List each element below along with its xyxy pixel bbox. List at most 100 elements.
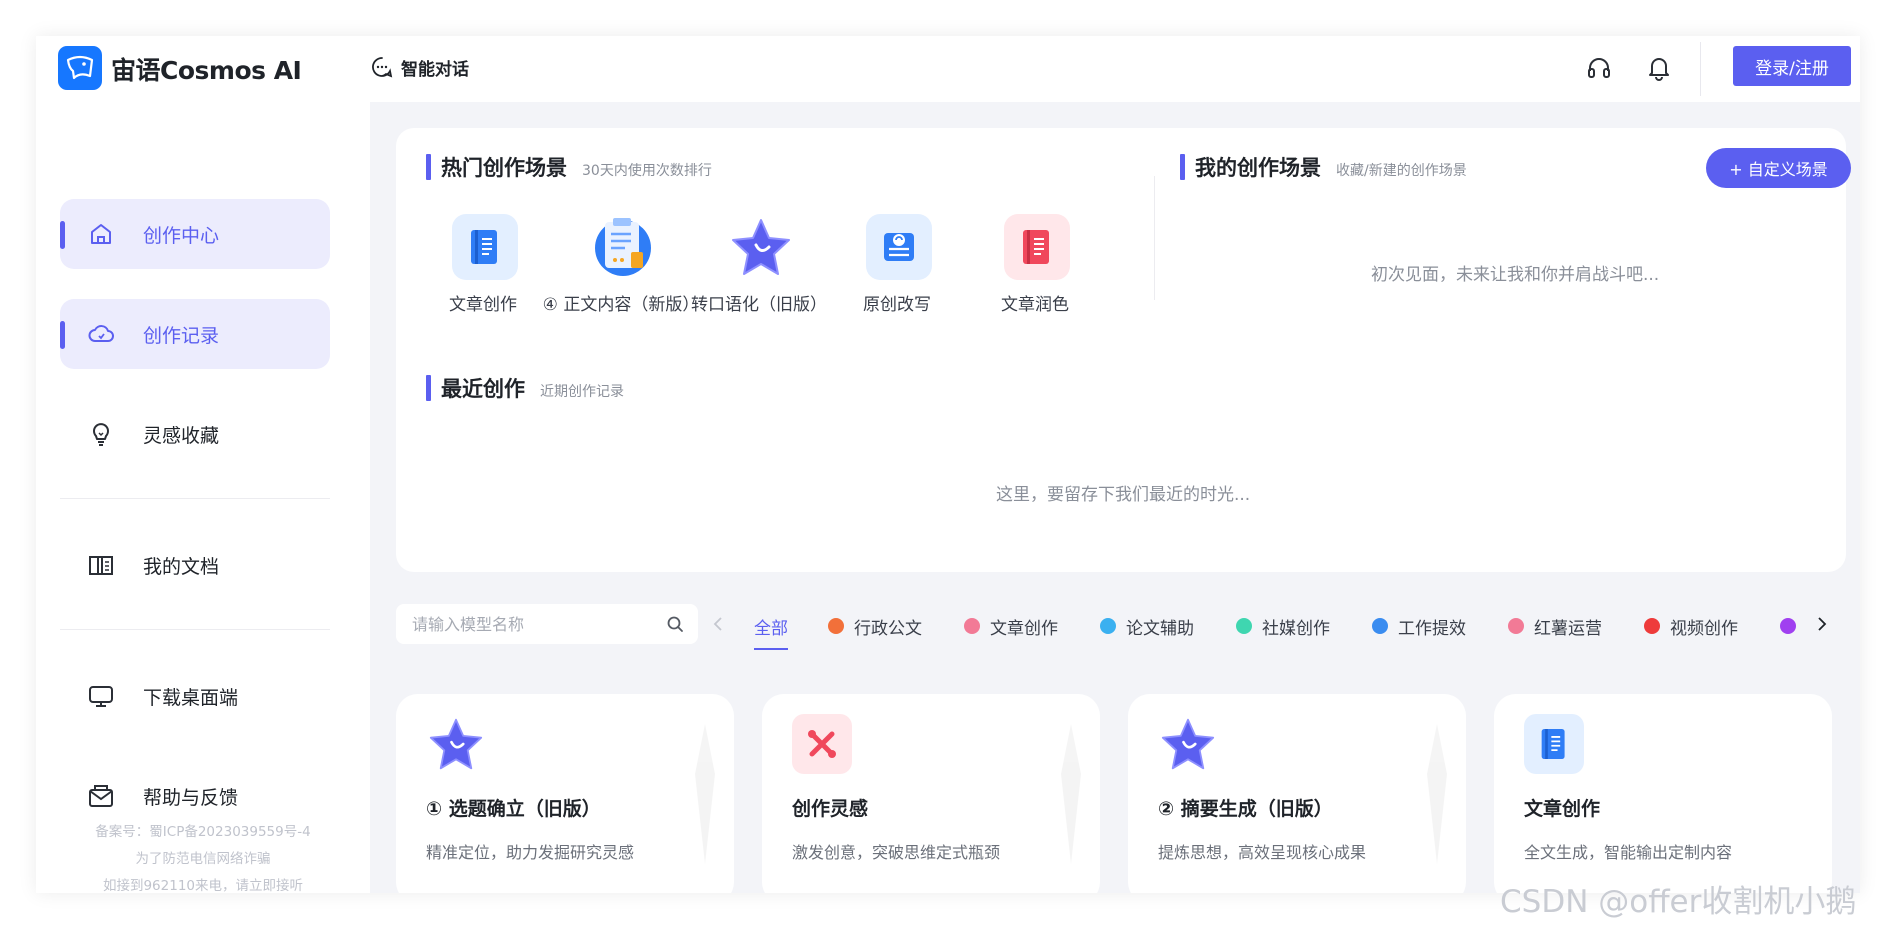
panel-vertical-divider	[1154, 176, 1155, 300]
hot-scene-colloquial[interactable]: 转口语化（旧版）	[691, 214, 827, 324]
login-register-button[interactable]: 登录/注册	[1733, 46, 1851, 86]
sidebar-item-creation-records[interactable]: 创作记录	[60, 299, 330, 369]
sidebar-divider	[60, 629, 330, 630]
category-dot	[828, 618, 844, 634]
watermark-star-icon	[1427, 724, 1447, 864]
envelope-icon	[87, 782, 115, 810]
brand-logo-icon[interactable]	[58, 46, 102, 90]
tab-label: 行政公文	[854, 618, 922, 639]
recent-header: 最近创作 近期创作记录	[426, 373, 624, 403]
tab-all[interactable]: 全部	[754, 608, 788, 650]
model-card[interactable]: ② 摘要生成（旧版） 提炼思想，高效呈现核心成果	[1128, 694, 1466, 893]
tab-video-creation[interactable]: 视频创作	[1644, 608, 1738, 644]
tab-label: 视频创作	[1670, 618, 1738, 639]
sidebar: 创作中心 创作记录 灵感收藏 我的文档 下载桌面端 帮助与反馈 备案号：蜀ICP…	[36, 102, 370, 893]
custom-scene-button[interactable]: + 自定义场景	[1706, 148, 1851, 188]
sidebar-item-download-desktop[interactable]: 下载桌面端	[60, 661, 330, 731]
tab-label: 红薯运营	[1534, 618, 1602, 639]
header-divider	[1700, 42, 1701, 96]
hot-scenes-title: 热门创作场景	[441, 156, 567, 180]
hot-scene-article-writing[interactable]: 文章创作	[418, 214, 548, 324]
nav-smart-chat[interactable]: 智能对话	[371, 52, 469, 82]
tab-label: 社媒创作	[1262, 618, 1330, 639]
sidebar-item-label: 我的文档	[143, 555, 220, 578]
card-title: ① 选题确立（旧版）	[426, 798, 601, 820]
sidebar-item-label: 下载桌面端	[143, 686, 239, 709]
red-notebook-icon	[1004, 214, 1070, 280]
tab-label: 全部	[754, 618, 788, 639]
sidebar-item-label: 创作记录	[143, 324, 220, 347]
my-scenes-title: 我的创作场景	[1195, 156, 1321, 180]
rewrite-icon	[866, 214, 932, 280]
tab-label: 工作提效	[1398, 618, 1466, 639]
hot-scene-body-content[interactable]: ④ 正文内容（新版）	[543, 214, 699, 324]
documents-icon	[87, 551, 115, 579]
sidebar-item-creation-center[interactable]: 创作中心	[60, 199, 330, 269]
my-scenes-empty-message: 初次见面，未来让我和你并肩战斗吧...	[1371, 265, 1660, 285]
tab-article-writing[interactable]: 文章创作	[964, 608, 1058, 644]
card-description: 提炼思想，高效呈现核心成果	[1158, 843, 1367, 862]
sidebar-item-label: 帮助与反馈	[143, 786, 239, 809]
card-title: 文章创作	[1524, 798, 1601, 820]
search-icon[interactable]	[666, 615, 684, 633]
anti-fraud-hotline: 如接到962110来电，请立即接听	[102, 878, 304, 893]
model-search-input[interactable]	[412, 604, 652, 644]
recent-title: 最近创作	[441, 377, 525, 401]
clipboard-icon	[590, 214, 656, 280]
sidebar-item-my-documents[interactable]: 我的文档	[60, 530, 330, 600]
category-dot	[1100, 618, 1116, 634]
hot-scenes-header: 热门创作场景 30天内使用次数排行	[426, 152, 712, 182]
icp-record-text[interactable]: 备案号：蜀ICP备2023039559号-4	[36, 820, 370, 840]
csdn-watermark: CSDN @offer收割机小鹅	[1500, 884, 1857, 920]
section-accent-bar	[1180, 154, 1185, 180]
watermark-tools-icon	[1061, 724, 1081, 864]
tab-label: 论文辅助	[1126, 618, 1194, 639]
model-search-box	[396, 604, 698, 644]
sidebar-divider	[60, 498, 330, 499]
monitor-icon	[87, 682, 115, 710]
section-accent-bar	[426, 154, 431, 180]
hot-scene-label: 文章润色	[1001, 295, 1069, 315]
category-dot	[1236, 618, 1252, 634]
nav-smart-chat-label: 智能对话	[401, 59, 469, 80]
category-dot	[1780, 618, 1796, 634]
hot-scene-polish[interactable]: 文章润色	[970, 214, 1100, 324]
top-header: 宙语Cosmos AI 智能对话 登录/注册	[36, 36, 1860, 102]
model-card[interactable]: 文章创作 全文生成，智能输出定制内容	[1494, 694, 1832, 893]
hot-scene-original-rewrite[interactable]: 原创改写	[832, 214, 962, 324]
tab-redbook-ops[interactable]: 红薯运营	[1508, 608, 1602, 644]
tab-label: 文章创作	[990, 618, 1058, 639]
home-icon	[87, 220, 115, 248]
my-scenes-header: 我的创作场景 收藏/新建的创作场景	[1180, 152, 1467, 182]
lightbulb-icon	[87, 420, 115, 448]
tab-administrative-docs[interactable]: 行政公文	[828, 608, 922, 644]
tools-icon	[792, 714, 852, 774]
tabs-scroll-right-icon[interactable]	[1810, 610, 1834, 638]
star-icon	[728, 214, 794, 280]
model-card[interactable]: ① 选题确立（旧版） 精准定位，助力发掘研究灵感	[396, 694, 734, 893]
section-accent-bar	[426, 375, 431, 401]
tab-social-media[interactable]: 社媒创作	[1236, 608, 1330, 644]
headset-icon[interactable]	[1582, 51, 1616, 85]
watermark-star-icon	[695, 724, 715, 864]
brand-name[interactable]: 宙语Cosmos AI	[111, 51, 302, 87]
model-card[interactable]: 创作灵感 激发创意，突破思维定式瓶颈	[762, 694, 1100, 893]
sidebar-item-label: 灵感收藏	[143, 424, 220, 447]
tab-thesis-assist[interactable]: 论文辅助	[1100, 608, 1194, 644]
sidebar-item-label: 创作中心	[143, 224, 220, 247]
notebook-icon	[1524, 714, 1584, 774]
category-dot	[1508, 618, 1524, 634]
recent-subtitle: 近期创作记录	[540, 384, 624, 400]
category-dot	[1372, 618, 1388, 634]
recent-empty-message: 这里，要留存下我们最近的时光...	[996, 485, 1251, 505]
category-dot	[964, 618, 980, 634]
app-window: 宙语Cosmos AI 智能对话 登录/注册 创作中心 创作记录 灵感收藏 我的…	[36, 36, 1860, 893]
card-title: ② 摘要生成（旧版）	[1158, 798, 1333, 820]
my-scenes-subtitle: 收藏/新建的创作场景	[1336, 163, 1467, 179]
tab-work-efficiency[interactable]: 工作提效	[1372, 608, 1466, 644]
tab-more-category[interactable]	[1780, 608, 1806, 644]
bell-icon[interactable]	[1642, 51, 1676, 85]
tabs-scroll-left-icon[interactable]	[706, 610, 730, 638]
card-description: 全文生成，智能输出定制内容	[1524, 843, 1733, 862]
sidebar-item-inspiration[interactable]: 灵感收藏	[60, 399, 330, 469]
